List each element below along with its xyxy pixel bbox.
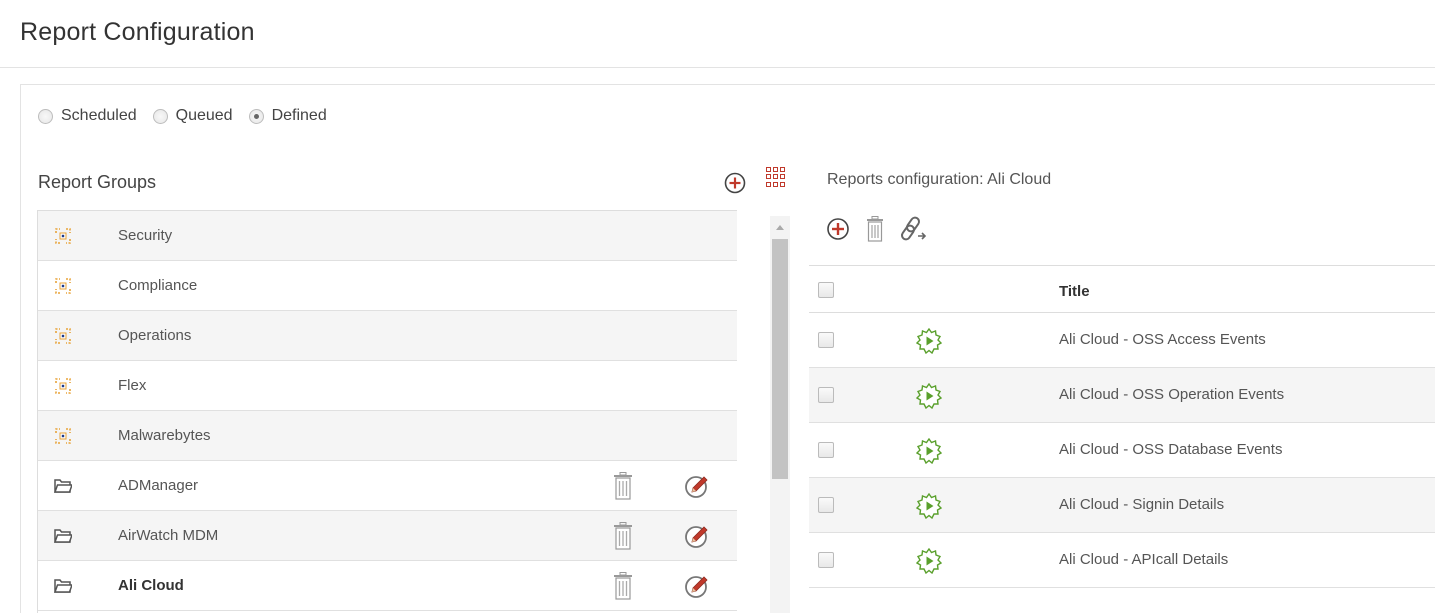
report-group-label: Operations [118,327,192,344]
report-title[interactable]: Ali Cloud - OSS Access Events [1059,331,1266,348]
reports-table: Title Ali Cloud - OSS Access Events Ali C… [809,265,1435,613]
edit-pencil-icon[interactable] [683,523,711,549]
report-group-row[interactable]: Compliance [38,261,737,311]
trash-icon[interactable] [613,572,633,600]
builtin-group-icon [55,378,71,394]
row-checkbox[interactable] [818,442,834,458]
select-all-checkbox[interactable] [818,282,834,298]
add-circle-icon[interactable] [826,217,850,241]
edit-pencil-icon[interactable] [683,473,711,499]
radio-defined[interactable]: Defined [248,107,327,125]
radio-label: Defined [271,107,327,124]
builtin-group-icon [55,228,71,244]
radio-button-icon[interactable] [152,108,168,124]
add-circle-icon[interactable] [724,172,746,194]
run-report-icon[interactable] [916,328,942,354]
radio-label: Scheduled [61,107,137,124]
builtin-group-icon [55,278,71,294]
report-title[interactable]: Ali Cloud - OSS Operation Events [1059,386,1284,403]
link-icon[interactable] [900,216,928,242]
reports-table-header: Title [809,265,1435,313]
folder-icon [54,529,72,543]
trash-icon[interactable] [613,522,633,550]
builtin-group-icon [55,328,71,344]
report-group-row[interactable]: Security [38,211,737,261]
radio-scheduled[interactable]: Scheduled [38,107,137,125]
reports-config-title: Reports configuration: Ali Cloud [827,171,1052,188]
report-group-row[interactable]: Malwarebytes [38,411,737,461]
builtin-group-icon [55,428,71,444]
report-row[interactable]: Ali Cloud - OSS Access Events [809,313,1435,368]
trash-icon[interactable] [613,472,633,500]
report-group-row[interactable]: Flex [38,361,737,411]
report-row[interactable]: Ali Cloud - OSS Database Events [809,423,1435,478]
page-title: Report Configuration [20,18,255,46]
report-group-label: ADManager [118,477,199,494]
folder-icon [54,479,72,493]
row-checkbox[interactable] [818,552,834,568]
run-report-icon[interactable] [916,493,942,519]
scrollbar-thumb[interactable] [772,239,788,479]
report-group-label: Compliance [118,277,198,294]
radio-button-selected-icon[interactable] [248,108,264,124]
report-title[interactable]: Ali Cloud - OSS Database Events [1059,441,1282,458]
report-group-label: AirWatch MDM [118,527,219,544]
run-report-icon[interactable] [916,548,942,574]
report-groups-scrollbar[interactable] [770,216,790,613]
report-group-label: Ali Cloud [118,577,184,594]
report-groups-title: Report Groups [38,172,157,192]
scroll-up-arrow-icon[interactable] [776,225,784,230]
row-checkbox[interactable] [818,332,834,348]
radio-label: Queued [175,107,233,124]
column-title-header: Title [1059,283,1090,300]
report-title[interactable]: Ali Cloud - Signin Details [1059,496,1224,513]
report-title[interactable]: Ali Cloud - APIcall Details [1059,551,1228,568]
report-group-label: Malwarebytes [118,427,211,444]
page-header: Report Configuration [0,0,1435,68]
row-checkbox[interactable] [818,387,834,403]
reports-table-body: Ali Cloud - OSS Access Events Ali Cloud -… [809,313,1435,588]
report-group-row[interactable]: Ali Cloud [38,561,737,611]
trash-icon[interactable] [866,216,884,242]
radio-queued[interactable]: Queued [152,107,233,125]
run-report-icon[interactable] [916,383,942,409]
report-row[interactable]: Ali Cloud - Signin Details [809,478,1435,533]
report-groups-list: Security Compliance Operations Flex Malwareb… [37,210,737,613]
view-mode-radio-group: Scheduled Queued Defined [38,104,343,128]
radio-button-icon[interactable] [38,108,53,124]
report-group-row[interactable]: Operations [38,311,737,361]
reports-toolbar [826,214,944,244]
edit-pencil-icon[interactable] [683,573,711,599]
folder-icon [54,579,72,593]
report-group-label: Flex [118,377,147,394]
report-group-row[interactable]: AirWatch MDM [38,511,737,561]
report-group-row[interactable]: ADManager [38,461,737,511]
grid-view-icon[interactable] [766,167,786,187]
report-row[interactable]: Ali Cloud - OSS Operation Events [809,368,1435,423]
run-report-icon[interactable] [916,438,942,464]
report-row[interactable]: Ali Cloud - APIcall Details [809,533,1435,588]
row-checkbox[interactable] [818,497,834,513]
report-group-label: Security [118,227,173,244]
